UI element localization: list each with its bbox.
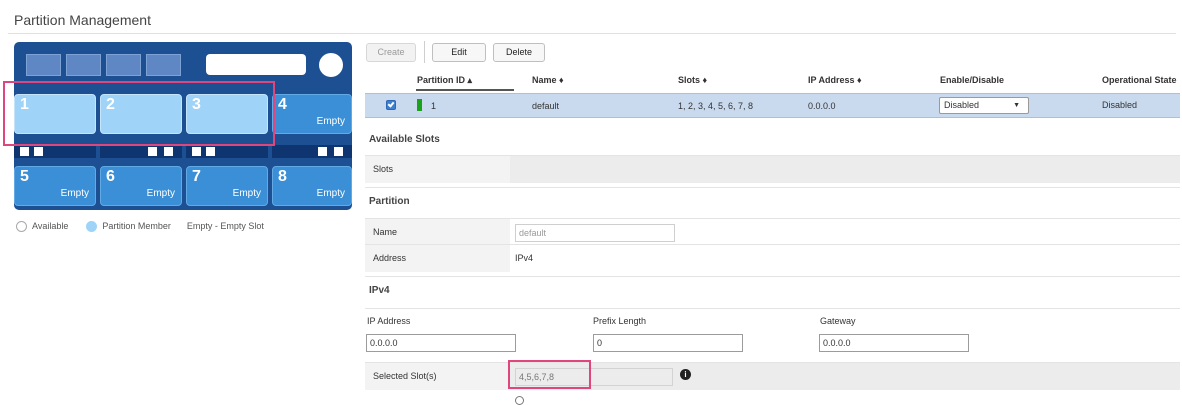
connector-strip: [14, 145, 96, 158]
slot-4[interactable]: 4 Empty: [272, 94, 352, 134]
slot-number: 5: [20, 168, 29, 185]
dropdown-caret-icon: ▼: [1013, 102, 1020, 109]
prefix-length-label: Prefix Length: [593, 316, 647, 326]
selected-slots-label: Selected Slot(s): [373, 371, 437, 381]
available-circle-icon: [16, 220, 27, 232]
column-slots[interactable]: Slots ♦: [678, 75, 707, 85]
slot-label: Empty: [60, 188, 89, 199]
edit-button[interactable]: Edit: [432, 43, 486, 62]
fan-module-3: [106, 54, 141, 76]
fan-module-1: [26, 54, 61, 76]
ip-address-label: IP Address: [367, 316, 411, 326]
cell-operational-state: Disabled: [1102, 100, 1138, 110]
slots-value: [510, 156, 1180, 183]
create-button[interactable]: Create: [366, 43, 416, 62]
power-button-icon: [319, 53, 343, 77]
ipv4-field-labels: IP Address Prefix Length Gateway: [365, 308, 1180, 330]
legend-member: Partition Member: [102, 221, 171, 231]
name-label: Name: [373, 227, 398, 237]
column-operational-state: Operational State: [1102, 75, 1177, 85]
member-circle-icon: [86, 220, 98, 232]
cell-name: default: [532, 101, 560, 111]
address-row: Address IPv4: [365, 244, 1180, 272]
address-value: IPv4: [515, 253, 534, 263]
selected-slots-highlight: [508, 360, 591, 389]
selected-slots-row: Selected Slot(s) 4,5,6,7,8: [365, 362, 1180, 390]
gateway-input[interactable]: 0.0.0.0: [819, 334, 969, 352]
ip-address-input[interactable]: 0.0.0.0: [366, 334, 516, 352]
sort-indicator-underline: [416, 89, 514, 91]
section-title: Partition: [369, 196, 410, 207]
status-indicator-icon: [417, 99, 422, 111]
section-title: Available Slots: [369, 134, 440, 145]
slot-8[interactable]: 8 Empty: [272, 166, 352, 206]
toolbar-separator: [424, 41, 425, 63]
cell-slots: 1, 2, 3, 4, 5, 6, 7, 8: [678, 101, 754, 111]
connector-strip: [100, 145, 182, 158]
title-divider: [8, 33, 1176, 34]
slot-label: Empty: [232, 188, 261, 199]
section-title: IPv4: [369, 285, 390, 296]
slot-number: 4: [278, 96, 287, 113]
connector-strip: [186, 145, 268, 158]
slot-label: Empty: [316, 188, 345, 199]
partition-name-input[interactable]: default: [515, 224, 675, 242]
slot-number: 6: [106, 168, 115, 185]
enable-disable-select[interactable]: Disabled ▼: [939, 97, 1029, 114]
page-title: Partition Management: [14, 12, 151, 28]
legend-available: Available: [32, 221, 69, 231]
cell-partition-id: 1: [431, 101, 437, 111]
slot-number: 7: [192, 168, 201, 185]
fan-module-4: [146, 54, 181, 76]
column-partition-id[interactable]: Partition ID ▴: [417, 75, 472, 86]
table-row[interactable]: [365, 93, 1180, 118]
column-enable-disable: Enable/Disable: [940, 75, 1005, 85]
info-circle-icon[interactable]: i: [680, 369, 691, 380]
slot-label: Empty: [146, 188, 175, 199]
slots-row: Slots: [365, 155, 1180, 183]
ipv4-section: IPv4: [365, 276, 1180, 304]
slot-7[interactable]: 7 Empty: [186, 166, 268, 206]
checkmark-icon: [387, 100, 395, 108]
slot-6[interactable]: 6 Empty: [100, 166, 182, 206]
address-label: Address: [373, 253, 407, 263]
column-name[interactable]: Name ♦: [532, 75, 564, 85]
gateway-label: Gateway: [820, 316, 856, 326]
prefix-length-input[interactable]: 0: [593, 334, 743, 352]
name-row: Name default: [365, 218, 1180, 246]
slot-number: 8: [278, 168, 287, 185]
column-ip-address[interactable]: IP Address ♦: [808, 75, 862, 85]
chassis-legend: Available Partition Member Empty - Empty…: [16, 220, 264, 232]
slot-5[interactable]: 5 Empty: [14, 166, 96, 206]
slots-label: Slots: [373, 164, 394, 174]
connector-strip: [272, 145, 352, 158]
slot-selection-highlight: [3, 81, 275, 146]
slot-label: Empty: [316, 116, 345, 127]
lcd-panel: [206, 54, 306, 75]
legend-empty: Empty - Empty Slot: [186, 221, 264, 231]
row-checkbox[interactable]: [386, 100, 396, 110]
delete-button[interactable]: Delete: [493, 43, 545, 62]
available-slots-section: Available Slots: [365, 126, 1180, 154]
select-value: Disabled: [944, 100, 980, 110]
partition-section: Partition: [365, 187, 1180, 215]
fan-module-2: [66, 54, 101, 76]
cell-ip-address: 0.0.0.0: [808, 101, 836, 111]
